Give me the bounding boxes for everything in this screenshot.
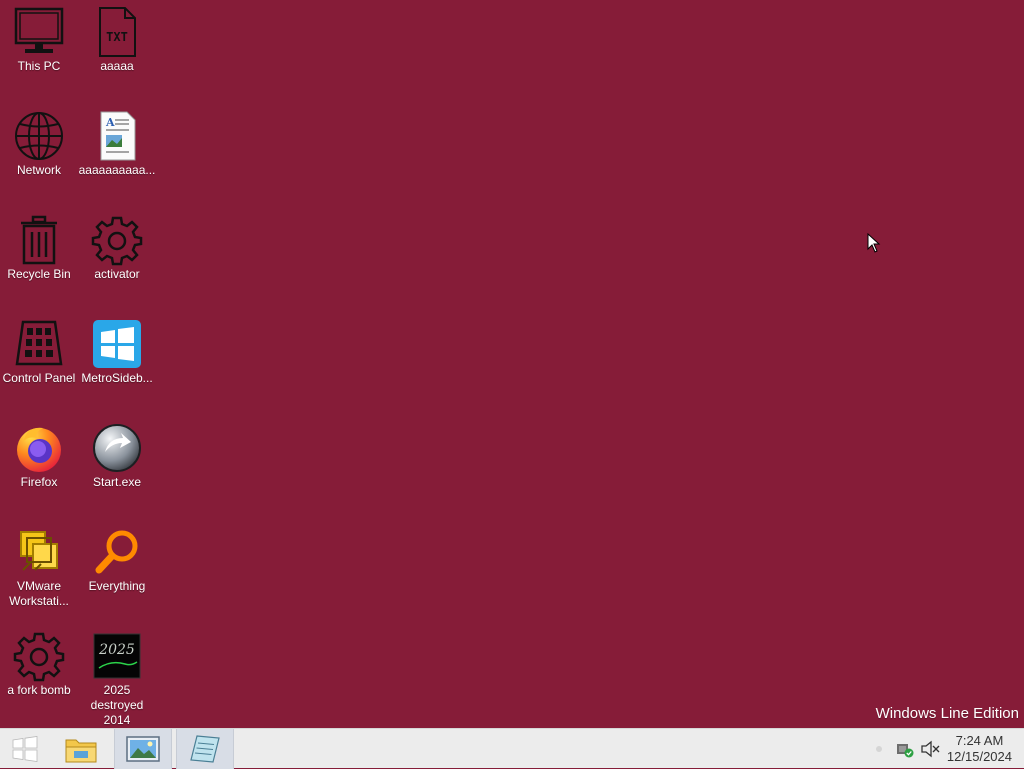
icon-label: This PC: [17, 59, 61, 73]
icon-label: a fork bomb: [7, 683, 71, 697]
volume-muted-icon[interactable]: [920, 740, 940, 763]
file-explorer-button[interactable]: [52, 729, 110, 769]
network-status-icon[interactable]: [896, 740, 914, 763]
icon-label: VMware Workstati...: [9, 579, 69, 608]
windows-tiles-icon: [91, 318, 143, 370]
mouse-cursor-icon: [867, 232, 881, 258]
icon-label: Network: [16, 163, 61, 177]
desktop-icon-metrosidebar[interactable]: MetroSideb...: [78, 318, 156, 386]
picture-icon: [126, 736, 160, 762]
document-icon: A: [91, 110, 143, 162]
desktop-icon-control-panel[interactable]: Control Panel: [0, 318, 78, 386]
photos-button[interactable]: [114, 729, 172, 769]
edition-watermark: Windows Line Edition: [875, 705, 1019, 722]
clock-date: 12/15/2024: [946, 749, 1012, 764]
icon-label: aaaaaaaaaa...: [78, 163, 156, 177]
system-clock[interactable]: 7:24 AM 12/15/2024: [947, 733, 1012, 765]
folder-icon: [65, 739, 97, 763]
start-orb-icon: [91, 422, 143, 474]
vmware-icon: [13, 526, 65, 578]
svg-text:A: A: [105, 116, 115, 129]
desktop-icon-start-exe[interactable]: Start.exe: [78, 422, 156, 490]
desktop-icon-aaaaa[interactable]: TXT aaaaa: [78, 6, 156, 74]
globe-icon: [13, 110, 65, 162]
icon-label: MetroSideb...: [81, 371, 153, 385]
icon-label: Start.exe: [92, 475, 142, 489]
notepad-icon: [190, 735, 220, 763]
icon-label: Recycle Bin: [7, 267, 71, 281]
firefox-icon: [13, 422, 65, 474]
gear-icon: [91, 214, 143, 266]
image-thumbnail-icon: 2025: [91, 630, 143, 682]
gear-icon: [13, 630, 65, 682]
icon-label: Control Panel: [2, 371, 76, 385]
text-file-icon: TXT: [91, 6, 143, 58]
desktop-icon-vmware[interactable]: VMware Workstati...: [0, 526, 78, 609]
trash-icon: [13, 214, 65, 266]
desktop-icon-network[interactable]: Network: [0, 110, 78, 178]
icon-label: Everything: [88, 579, 146, 593]
svg-text:TXT: TXT: [106, 30, 128, 44]
desktop-icon-document[interactable]: A aaaaaaaaaa...: [78, 110, 156, 178]
notepad-button[interactable]: [176, 729, 234, 769]
clock-time: 7:24 AM: [955, 733, 1004, 748]
windows-logo-icon: [12, 736, 38, 762]
magnifier-icon: [91, 526, 143, 578]
desktop-icon-this-pc[interactable]: This PC: [0, 6, 78, 74]
taskbar: 7:24 AM 12/15/2024: [0, 728, 1024, 769]
desktop-icon-recycle-bin[interactable]: Recycle Bin: [0, 214, 78, 282]
desktop-icon-firefox[interactable]: Firefox: [0, 422, 78, 490]
desktop-icon-activator[interactable]: activator: [78, 214, 156, 282]
monitor-icon: [13, 6, 65, 58]
icon-label: Firefox: [20, 475, 58, 489]
thumbnail-text: 2025: [98, 642, 135, 658]
start-button[interactable]: [0, 729, 50, 769]
show-hidden-icons-icon[interactable]: [876, 746, 882, 752]
desktop-icon-everything[interactable]: Everything: [78, 526, 156, 594]
icon-label: activator: [94, 267, 140, 281]
icon-label: 2025 destroyed 2014: [90, 683, 144, 727]
control-panel-icon: [13, 318, 65, 370]
desktop-icon-fork-bomb[interactable]: a fork bomb: [0, 630, 78, 698]
icon-label: aaaaa: [100, 59, 134, 73]
desktop-icon-2025-image[interactable]: 2025 2025 destroyed 2014: [78, 630, 156, 728]
